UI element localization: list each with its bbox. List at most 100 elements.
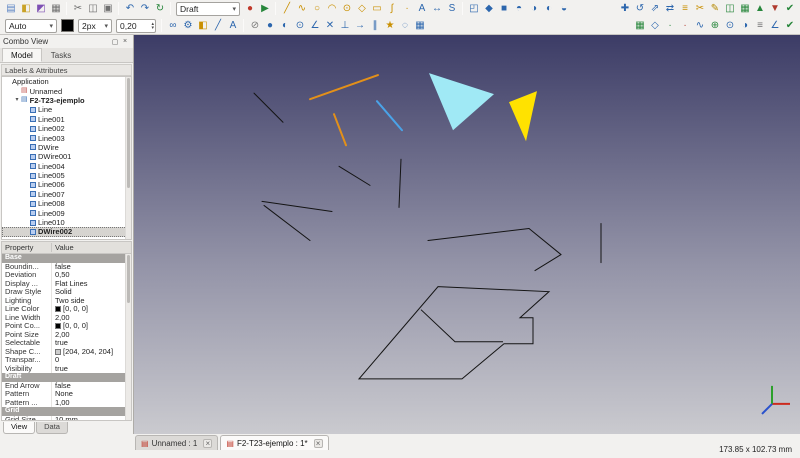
draft-scale-icon[interactable]: ⇗ [648,2,662,16]
draft-line-icon[interactable]: ╱ [280,2,294,16]
draft-upgrade-icon[interactable]: ▲ [753,2,767,16]
tree-item-line008[interactable]: Line008 [2,199,131,208]
draft-wire-icon[interactable]: ∿ [295,2,309,16]
refresh-icon[interactable]: ↻ [153,2,167,16]
line-width-combo[interactable]: 2px▾ [78,19,112,33]
tree-scroll-thumb[interactable] [127,78,130,188]
workbench-selector[interactable]: Draft▾ [176,2,240,16]
fill-mode-icon[interactable]: ◧ [196,19,210,33]
draft-offset-icon[interactable]: ≡ [678,2,692,16]
draft-wire[interactable] [421,310,503,342]
tree-item-unnamed[interactable]: ▤Unnamed [2,86,131,95]
select-group-icon[interactable]: ⊙ [723,19,737,33]
layer-icon[interactable]: ≡ [753,19,767,33]
draft-line[interactable] [254,93,283,122]
tree-scrollbar[interactable] [125,77,131,239]
document-save-icon[interactable]: ◩ [34,2,48,16]
tree-item-line009[interactable]: Line009 [2,208,131,217]
toggle-display-icon[interactable]: ◑ [738,19,752,33]
draft-edit-icon[interactable]: ✎ [708,2,722,16]
snap-extension-icon[interactable]: → [353,19,367,33]
spinner-arrows-icon[interactable]: ▴▾ [151,22,154,30]
tree-item-line[interactable]: Line [2,105,131,114]
draft-line[interactable] [334,114,346,145]
cut-icon[interactable]: ✂ [71,2,85,16]
draft-move-icon[interactable]: ✚ [618,2,632,16]
snap-working-plane-icon[interactable]: ◇ [648,19,662,33]
slope-icon[interactable]: ∠ [768,19,782,33]
tree-item-line004[interactable]: Line004 [2,162,131,171]
draft-line[interactable] [339,166,370,185]
float-panel-icon[interactable]: ▢ [110,37,120,47]
property-row[interactable]: Point Size2,00 [2,331,131,340]
tree-item-dwire[interactable]: DWire [2,143,131,152]
draft-line[interactable] [377,101,402,130]
draft-line[interactable] [262,201,332,211]
macro-record-icon[interactable]: ● [243,2,257,16]
draft-polygon-icon[interactable]: ◇ [355,2,369,16]
text-mode-icon[interactable]: A [226,19,240,33]
redo-icon[interactable]: ↷ [138,2,152,16]
print-icon[interactable]: ▦ [49,2,63,16]
draft-point-icon[interactable]: ∙ [400,2,414,16]
snap-grid-icon[interactable]: ▦ [413,19,427,33]
snap-perpendicular-icon[interactable]: ⊥ [338,19,352,33]
snap-parallel-icon[interactable]: ∥ [368,19,382,33]
property-row[interactable]: Shape C...[204, 204, 204] [2,348,131,357]
tab-data[interactable]: Data [36,422,68,434]
toggle-grid-icon[interactable]: ▦ [633,19,647,33]
draft-line[interactable] [529,228,561,254]
close-tab-icon[interactable]: × [203,439,212,448]
document-tab[interactable]: ▤F2-T23-ejemplo : 1*× [220,435,328,450]
add-to-group-icon[interactable]: ⊕ [708,19,722,33]
property-row[interactable]: LightingTwo side [2,297,131,306]
view-left-icon[interactable]: ◐ [542,2,556,16]
property-scroll-thumb[interactable] [127,255,130,303]
draft-line[interactable] [399,159,401,207]
snap-near-icon[interactable]: ◌ [398,19,412,33]
draft-circle-icon[interactable]: ○ [310,2,324,16]
draft-bspline-icon[interactable]: ∫ [385,2,399,16]
draft-heal-icon[interactable]: ✔ [783,2,797,16]
paste-icon[interactable]: ▣ [101,2,115,16]
view-bottom-icon[interactable]: ◒ [557,2,571,16]
draft-dimension-icon[interactable]: ↔ [430,2,444,16]
property-row[interactable]: Display ...Flat Lines [2,280,131,289]
view-axonometric-icon[interactable]: ◆ [482,2,496,16]
document-open-icon[interactable]: ◧ [19,2,33,16]
document-tab[interactable]: ▤Unnamed : 1× [135,435,218,450]
draft-line[interactable] [428,228,529,240]
tree-item-line003[interactable]: Line003 [2,133,131,142]
expander-icon[interactable]: ▾ [13,96,21,105]
undo-icon[interactable]: ↶ [123,2,137,16]
property-row[interactable]: PatternNone [2,390,131,399]
working-plane-combo[interactable]: Auto▾ [5,19,57,33]
draft-arc-icon[interactable]: ◠ [325,2,339,16]
draft-clone-icon[interactable]: ◫ [723,2,737,16]
property-row[interactable]: Selectabletrue [2,339,131,348]
snap-angle-icon[interactable]: ∠ [308,19,322,33]
close-panel-icon[interactable]: × [120,37,130,47]
property-row[interactable]: Line Width2,00 [2,314,131,323]
tab-tasks[interactable]: Tasks [42,48,80,62]
line-mode-icon[interactable]: ╱ [211,19,225,33]
draft-array-icon[interactable]: ▦ [738,2,752,16]
draft-line[interactable] [264,205,310,240]
property-row[interactable]: Pattern ...1,00 [2,399,131,408]
snap-lock-icon[interactable]: ⊘ [248,19,262,33]
tree-item-line005[interactable]: Line005 [2,171,131,180]
apply-style-icon[interactable]: ✔ [783,19,797,33]
property-row[interactable]: Grid Size10 mm [2,416,131,422]
snap-center-icon[interactable]: ⊙ [293,19,307,33]
wire-to-bspline-icon[interactable]: ∿ [693,19,707,33]
view-right-icon[interactable]: ◑ [527,2,541,16]
draft-line[interactable] [310,75,378,99]
draft-shapestring-icon[interactable]: S [445,2,459,16]
view-front-icon[interactable]: ■ [497,2,511,16]
property-row[interactable]: Deviation0,50 [2,271,131,280]
tree-item-f2-t23-ejemplo[interactable]: ▾▤F2-T23-ejemplo [2,96,131,105]
property-row[interactable]: Line Color[0, 0, 0] [2,305,131,314]
draft-text-icon[interactable]: A [415,2,429,16]
tree-item-line006[interactable]: Line006 [2,180,131,189]
snap-endpoint-icon[interactable]: ● [263,19,277,33]
